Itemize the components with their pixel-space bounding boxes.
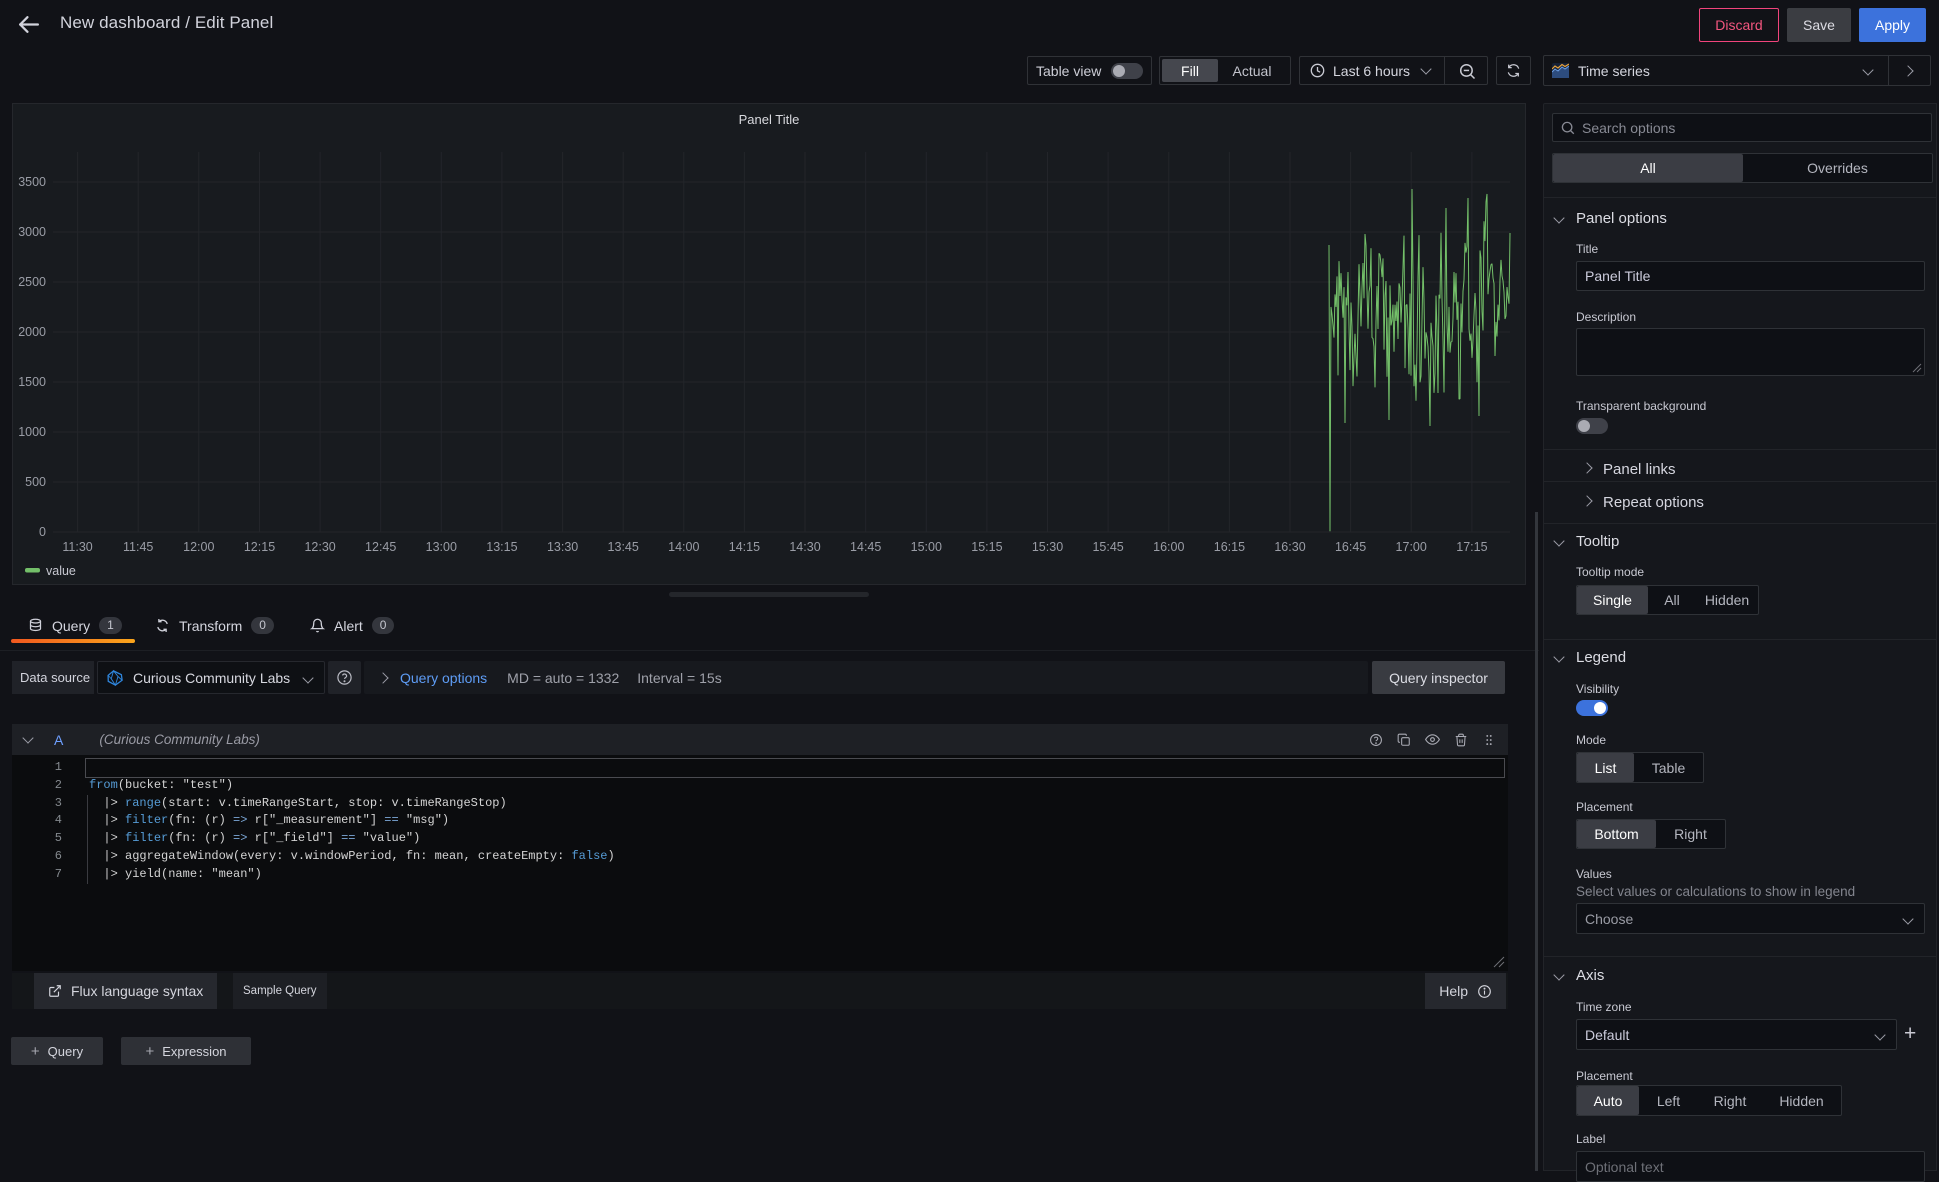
svg-text:1000: 1000	[18, 425, 46, 439]
svg-text:11:30: 11:30	[62, 540, 92, 554]
svg-text:14:15: 14:15	[729, 540, 760, 554]
svg-text:2000: 2000	[18, 325, 46, 339]
svg-text:11:45: 11:45	[123, 540, 153, 554]
svg-text:15:00: 15:00	[911, 540, 942, 554]
svg-text:1500: 1500	[18, 375, 46, 389]
svg-text:14:45: 14:45	[850, 540, 881, 554]
svg-text:13:30: 13:30	[547, 540, 578, 554]
svg-text:13:45: 13:45	[608, 540, 639, 554]
svg-text:17:15: 17:15	[1456, 540, 1487, 554]
svg-text:500: 500	[25, 475, 46, 489]
svg-text:14:00: 14:00	[668, 540, 699, 554]
svg-text:12:00: 12:00	[183, 540, 214, 554]
svg-text:0: 0	[39, 525, 46, 539]
svg-text:13:00: 13:00	[426, 540, 457, 554]
svg-text:3000: 3000	[18, 225, 46, 239]
svg-text:value: value	[46, 564, 76, 578]
svg-text:12:15: 12:15	[244, 540, 275, 554]
svg-text:15:30: 15:30	[1032, 540, 1063, 554]
svg-text:16:00: 16:00	[1153, 540, 1184, 554]
svg-text:12:45: 12:45	[365, 540, 396, 554]
svg-text:16:45: 16:45	[1335, 540, 1366, 554]
svg-text:17:00: 17:00	[1396, 540, 1427, 554]
svg-text:3500: 3500	[18, 175, 46, 189]
svg-text:16:30: 16:30	[1274, 540, 1305, 554]
svg-text:16:15: 16:15	[1214, 540, 1245, 554]
svg-text:13:15: 13:15	[486, 540, 517, 554]
svg-text:12:30: 12:30	[304, 540, 335, 554]
svg-text:15:15: 15:15	[971, 540, 1002, 554]
svg-text:2500: 2500	[18, 275, 46, 289]
svg-text:15:45: 15:45	[1092, 540, 1123, 554]
svg-text:14:30: 14:30	[789, 540, 820, 554]
